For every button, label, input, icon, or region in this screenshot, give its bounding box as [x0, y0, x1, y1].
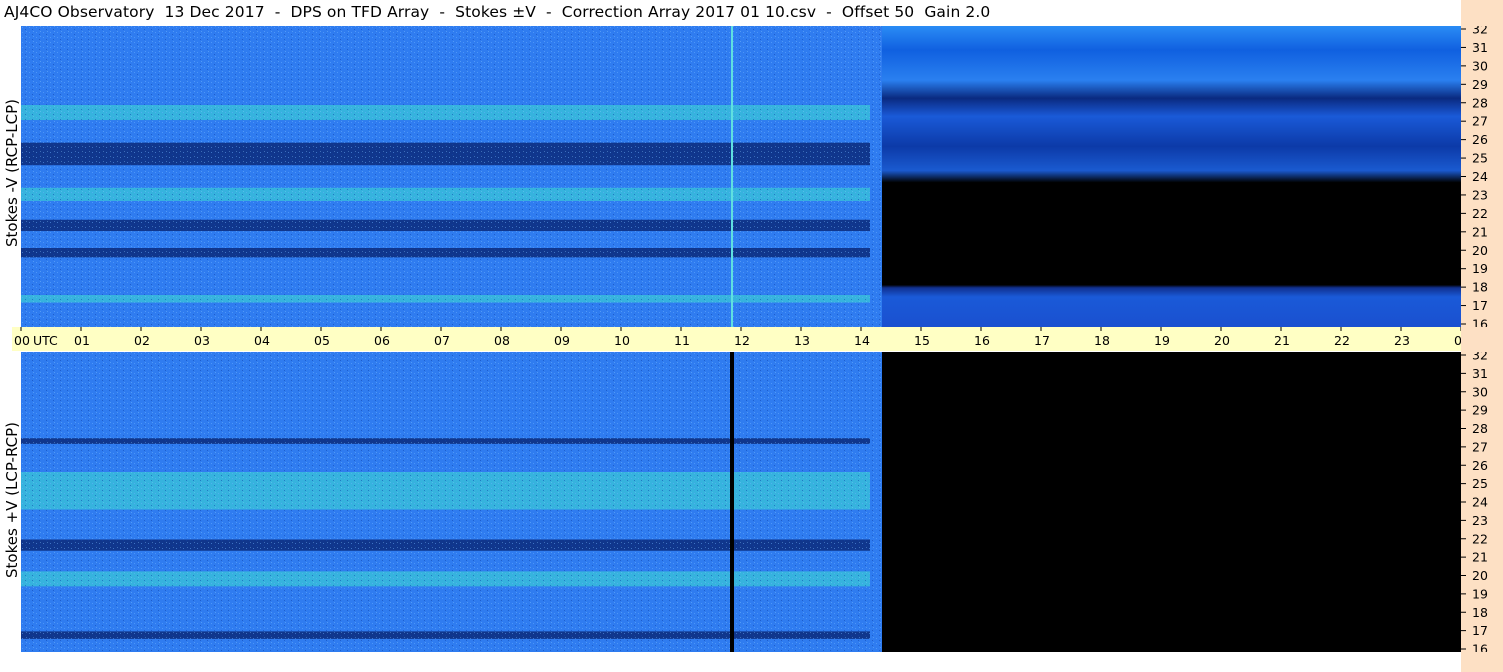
y-tick-label: 26 — [1472, 458, 1488, 473]
x-tick-label: 23 — [1394, 333, 1410, 348]
x-tick-label: 00 — [14, 333, 30, 348]
x-tick-label: 17 — [1034, 333, 1050, 348]
y-tick-label: 25 — [1472, 476, 1488, 491]
y-tick-label: 22 — [1472, 206, 1488, 221]
y-tick-label: 27 — [1472, 114, 1488, 129]
y-tick-label: 16 — [1472, 317, 1488, 328]
x-tick-label: 10 — [614, 333, 630, 348]
bottom-y-axis-label: Stokes +V (LCP-RCP) — [3, 422, 21, 578]
y-tick-label: 20 — [1472, 243, 1488, 258]
x-tick-label: 03 — [194, 333, 210, 348]
x-tick-label: 20 — [1214, 333, 1230, 348]
x-tick-label: 13 — [794, 333, 810, 348]
y-tick-label: 30 — [1472, 58, 1488, 73]
top-y-axis-label: Stokes -V (RCP-LCP) — [3, 99, 21, 247]
y-tick-label: 23 — [1472, 513, 1488, 528]
y-tick-label: 29 — [1472, 77, 1488, 92]
x-tick-label: 07 — [434, 333, 450, 348]
y-tick-label: 26 — [1472, 132, 1488, 147]
y-tick-label: 31 — [1472, 40, 1488, 55]
y-tick-label: 18 — [1472, 280, 1488, 295]
y-tick-label: 20 — [1472, 568, 1488, 583]
spectrogram-texture — [21, 26, 882, 327]
y-tick-label: 19 — [1472, 261, 1488, 276]
x-tick-label: 18 — [1094, 333, 1110, 348]
chart-title: AJ4CO Observatory 13 Dec 2017 - DPS on T… — [4, 3, 991, 21]
no-data-region — [882, 352, 1461, 652]
bottom-frequency-axis: 32 31 30 29 28 27 26 25 24 23 22 21 20 19 18 17 16 — [1461, 348, 1503, 657]
top-spectrogram — [21, 26, 1461, 327]
y-tick-label: 17 — [1472, 623, 1488, 638]
time-axis: 00 01 02 03 04 05 06 07 08 09 10 11 12 13 14 15 16 17 18 19… — [12, 327, 1461, 351]
x-tick-label: 16 — [974, 333, 990, 348]
x-tick-label: 04 — [254, 333, 270, 348]
x-tick-label: 19 — [1154, 333, 1170, 348]
x-tick-label: 11 — [674, 333, 690, 348]
x-tick-label: 22 — [1334, 333, 1350, 348]
x-tick-label: 02 — [134, 333, 150, 348]
x-tick-label: 05 — [314, 333, 330, 348]
y-tick-label: 29 — [1472, 403, 1488, 418]
y-tick-label: 32 — [1472, 26, 1488, 37]
x-tick-label: 00 — [1454, 333, 1461, 348]
x-tick-label: 09 — [554, 333, 570, 348]
y-tick-label: 21 — [1472, 550, 1488, 565]
y-tick-label: 24 — [1472, 169, 1488, 184]
spectrogram-texture — [21, 352, 882, 652]
y-tick-label: 25 — [1472, 151, 1488, 166]
x-unit-utc: UTC — [33, 333, 58, 348]
x-tick-label: 21 — [1274, 333, 1290, 348]
x-tick-label: 06 — [374, 333, 390, 348]
y-tick-label: 32 — [1472, 352, 1488, 363]
bottom-spectrogram-panel — [21, 352, 1461, 652]
x-tick-label: 08 — [494, 333, 510, 348]
y-tick-label: 21 — [1472, 224, 1488, 239]
x-tick-label: 12 — [734, 333, 750, 348]
y-tick-label: 23 — [1472, 187, 1488, 202]
top-spectrogram-panel — [21, 26, 1461, 327]
y-tick-label: 22 — [1472, 531, 1488, 546]
y-tick-label: 27 — [1472, 439, 1488, 454]
y-tick-label: 31 — [1472, 366, 1488, 381]
y-tick-label: 24 — [1472, 495, 1488, 510]
y-tick-label: 17 — [1472, 298, 1488, 313]
x-tick-label: 15 — [914, 333, 930, 348]
y-tick-label: 28 — [1472, 95, 1488, 110]
y-tick-label: 18 — [1472, 605, 1488, 620]
top-frequency-axis: 32 31 30 29 28 27 26 25 24 23 22 21 20 19 18 17 16 — [1461, 22, 1503, 332]
y-tick-label: 30 — [1472, 384, 1488, 399]
bottom-spectrogram — [21, 352, 1461, 652]
y-tick-label: 16 — [1472, 642, 1488, 653]
y-tick-label: 28 — [1472, 421, 1488, 436]
x-tick-label: 01 — [74, 333, 90, 348]
no-data-region — [882, 26, 1461, 327]
x-tick-label: 14 — [854, 333, 870, 348]
y-tick-label: 19 — [1472, 586, 1488, 601]
